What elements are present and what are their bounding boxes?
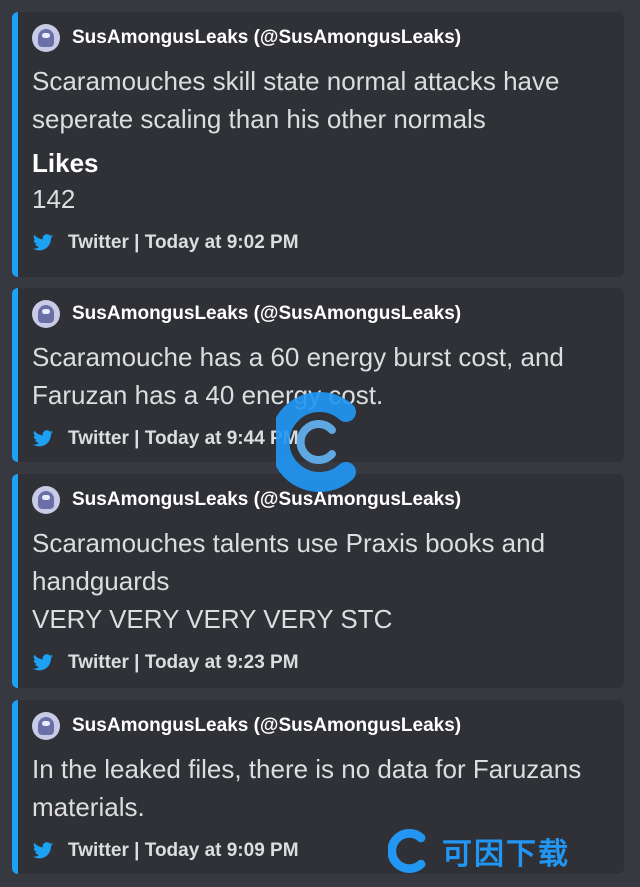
embed-author[interactable]: SusAmongusLeaks (@SusAmongusLeaks)	[32, 300, 608, 328]
embed-author[interactable]: SusAmongusLeaks (@SusAmongusLeaks)	[32, 24, 608, 52]
embed-author[interactable]: SusAmongusLeaks (@SusAmongusLeaks)	[32, 712, 608, 740]
footer-text: Twitter | Today at 9:44 PM	[68, 428, 299, 449]
tweet-embed: SusAmongusLeaks (@SusAmongusLeaks) Scara…	[12, 12, 624, 277]
footer-text: Twitter | Today at 9:02 PM	[68, 232, 299, 253]
avatar-icon[interactable]	[32, 486, 60, 514]
author-name[interactable]: SusAmongusLeaks (@SusAmongusLeaks)	[72, 303, 461, 325]
footer-text: Twitter | Today at 9:23 PM	[68, 652, 299, 673]
footer-text: Twitter | Today at 9:09 PM	[68, 840, 299, 861]
author-name[interactable]: SusAmongusLeaks (@SusAmongusLeaks)	[72, 489, 461, 511]
embed-footer: Twitter | Today at 9:23 PM	[32, 646, 608, 680]
tweet-text: In the leaked files, there is no data fo…	[32, 754, 582, 822]
twitter-bird-icon	[32, 654, 54, 671]
tweet-text: Scaramouches talents use Praxis books an…	[32, 524, 608, 638]
watermark-logo-icon	[276, 392, 356, 492]
avatar-icon[interactable]	[32, 712, 60, 740]
author-name[interactable]: SusAmongusLeaks (@SusAmongusLeaks)	[72, 715, 461, 737]
field-name: Likes	[32, 148, 99, 178]
field-value: 142	[32, 184, 76, 214]
watermark-text: 可因下载	[442, 838, 570, 871]
watermark-logo-icon	[388, 829, 426, 873]
twitter-bird-icon	[32, 430, 54, 447]
avatar-icon[interactable]	[32, 300, 60, 328]
author-name[interactable]: SusAmongusLeaks (@SusAmongusLeaks)	[72, 27, 461, 49]
tweet-text-line: VERY VERY VERY VERY STC	[32, 604, 393, 634]
watermark-badge: 可因下载	[388, 826, 608, 876]
twitter-bird-icon	[32, 234, 54, 251]
avatar-icon[interactable]	[32, 24, 60, 52]
tweet-text: Scaramouches skill state normal attacks …	[32, 66, 560, 134]
tweet-text-line: Scaramouches talents use Praxis books an…	[32, 528, 546, 596]
embed-footer: Twitter | Today at 9:02 PM	[32, 226, 608, 260]
twitter-bird-icon	[32, 842, 54, 859]
tweet-embed: SusAmongusLeaks (@SusAmongusLeaks) Scara…	[12, 474, 624, 688]
